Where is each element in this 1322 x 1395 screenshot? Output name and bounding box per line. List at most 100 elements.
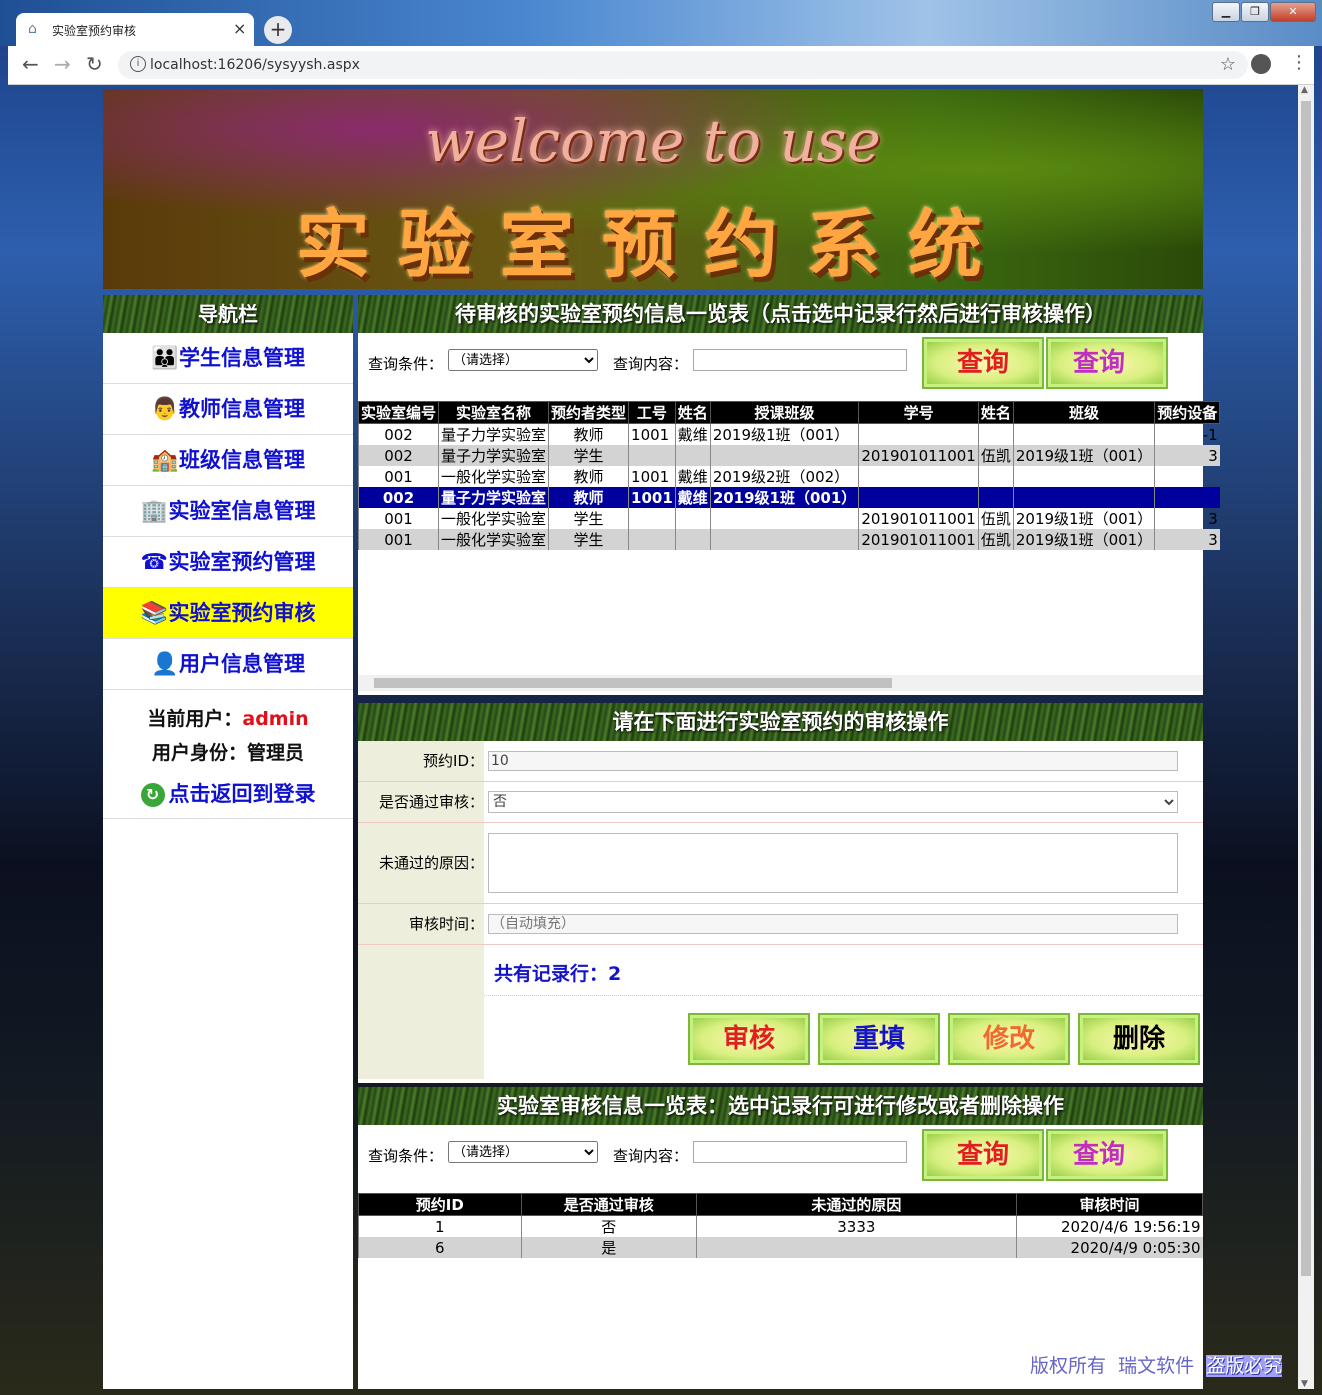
delete-button[interactable]: 删除 xyxy=(1080,1015,1198,1063)
reviewed-title: 实验室审核信息一览表：选中记录行可进行修改或者删除操作 xyxy=(358,1087,1203,1125)
scroll-down-icon[interactable]: ▼ xyxy=(1301,1379,1308,1389)
sidebar: 导航栏 👪学生信息管理 👨教师信息管理 🏫班级信息管理 🏢实验室信息管理 ☎实验… xyxy=(103,295,353,1389)
table-cell: 2019级1班（001） xyxy=(1012,529,1155,550)
table-cell: 伍凯 xyxy=(977,445,1014,466)
building-icon: 🏢 xyxy=(140,499,168,524)
scrollbar-thumb[interactable] xyxy=(1301,101,1311,1276)
table-cell xyxy=(1012,423,1155,445)
content-label: 查询内容： xyxy=(613,355,689,373)
review-pass-select[interactable]: 否 xyxy=(488,791,1178,813)
query-button[interactable]: 查询 xyxy=(924,339,1042,387)
column-header: 审核时间 xyxy=(1015,1193,1204,1216)
table-row[interactable]: 001 一般化学实验室 学生 201901011001 伍凯 2019级1班（001） 3 xyxy=(357,529,1220,550)
close-window-button[interactable]: ✕ xyxy=(1270,2,1316,22)
table-row[interactable]: 002 量子力学实验室 学生 201901011001 伍凯 2019级1班（001） 3 xyxy=(357,445,1220,466)
scrollbar-thumb[interactable] xyxy=(374,678,892,688)
reset-button[interactable]: 重填 xyxy=(820,1015,938,1063)
table-cell: 001 xyxy=(357,466,439,487)
info-icon[interactable]: i xyxy=(130,56,146,72)
review-time-input[interactable] xyxy=(488,914,1178,934)
modify-button[interactable]: 修改 xyxy=(950,1015,1068,1063)
table-row[interactable]: 002 量子力学实验室 教师 1001 戴维 2019级1班（001） xyxy=(357,487,1220,508)
table-row[interactable]: 002 量子力学实验室 教师 1001 戴维 2019级1班（001） -1 xyxy=(357,423,1220,445)
table-cell xyxy=(1012,466,1155,487)
reload-icon[interactable]: ↻ xyxy=(86,52,103,76)
forward-arrow-icon[interactable]: → xyxy=(54,52,71,76)
sidebar-item-students[interactable]: 👪学生信息管理 xyxy=(103,333,353,384)
table-cell: 3333 xyxy=(695,1215,1017,1237)
sidebar-item-teachers[interactable]: 👨教师信息管理 xyxy=(103,384,353,435)
table-cell: 1001 xyxy=(628,487,676,508)
query-content-input[interactable] xyxy=(693,349,907,371)
tab-close-icon[interactable]: × xyxy=(233,19,246,38)
browser-tab[interactable]: ⌂ 实验室预约审核 × xyxy=(16,13,254,46)
table-cell: 2019级2班（002） xyxy=(709,466,859,487)
reviewed-query-content-input[interactable] xyxy=(693,1141,907,1163)
table-cell xyxy=(977,423,1014,445)
table-cell: 量子力学实验室 xyxy=(438,445,549,466)
table-cell: 伍凯 xyxy=(977,508,1014,529)
review-reason-textarea[interactable] xyxy=(488,833,1178,893)
back-label: 点击返回到登录 xyxy=(168,782,316,806)
review-pass-row: 是否通过审核： 否 xyxy=(358,782,1203,823)
menu-kebab-icon[interactable]: ⋮ xyxy=(1290,52,1308,73)
table-cell: 1001 xyxy=(628,423,676,445)
back-to-login-link[interactable]: ↻ 点击返回到登录 xyxy=(103,770,353,819)
table-row[interactable]: 001 一般化学实验室 学生 201901011001 伍凯 2019级1班（001） 3 xyxy=(357,508,1220,529)
table-cell xyxy=(695,1237,1017,1258)
review-time-row: 审核时间： xyxy=(358,904,1203,945)
sidebar-item-label: 学生信息管理 xyxy=(179,346,305,370)
home-icon: ⌂ xyxy=(28,21,37,37)
scroll-up-icon[interactable]: ▲ xyxy=(1301,85,1308,95)
reviewed-query-condition-select[interactable]: （请选择） xyxy=(448,1141,598,1163)
table-cell: 002 xyxy=(357,423,439,445)
table-cell: 是 xyxy=(520,1237,697,1258)
table-row[interactable]: 1 否 3333 2020/4/6 19:56:19 xyxy=(358,1215,1203,1237)
sidebar-item-review[interactable]: 📚实验室预约审核 xyxy=(103,588,353,639)
account-icon[interactable] xyxy=(1251,54,1271,74)
review-id-label: 预约ID： xyxy=(358,741,484,781)
sidebar-item-label: 实验室预约管理 xyxy=(168,550,316,574)
sidebar-item-users[interactable]: 👤用户信息管理 xyxy=(103,639,353,690)
table-row[interactable]: 001 一般化学实验室 教师 1001 戴维 2019级2班（002） xyxy=(357,466,1220,487)
page-scrollbar[interactable]: ▲ ▼ xyxy=(1298,85,1314,1389)
back-arrow-icon[interactable]: ← xyxy=(22,52,39,76)
query-condition-select[interactable]: （请选择） xyxy=(448,349,598,371)
banner-title: 实验室预约系统 xyxy=(296,202,1010,288)
review-button[interactable]: 审核 xyxy=(690,1015,808,1063)
maximize-button[interactable]: ❐ xyxy=(1241,2,1269,22)
address-bar[interactable]: i localhost:16206/sysyysh.aspx ☆ xyxy=(118,51,1248,79)
table-horizontal-scrollbar[interactable] xyxy=(358,675,1203,691)
table-row[interactable]: 6 是 2020/4/9 0:05:30 xyxy=(358,1237,1203,1258)
table-cell: 002 xyxy=(357,445,439,466)
table-cell xyxy=(628,529,676,550)
column-header: 姓名 xyxy=(674,401,711,424)
url-text: localhost:16206/sysyysh.aspx xyxy=(150,57,360,73)
table-cell: 3 xyxy=(1154,445,1220,466)
query-all-button[interactable]: 查询●● xyxy=(1048,339,1166,420)
phone-icon: ☎ xyxy=(140,550,168,575)
reviewed-query-button[interactable]: 查询 xyxy=(924,1131,1042,1179)
table-cell xyxy=(674,529,711,550)
reviewed-query-all-button[interactable]: 查询●● xyxy=(1048,1131,1166,1212)
table-cell: 201901011001 xyxy=(858,529,979,550)
minimize-button[interactable]: ▁ xyxy=(1212,2,1240,22)
sidebar-item-labs[interactable]: 🏢实验室信息管理 xyxy=(103,486,353,537)
pending-title: 待审核的实验室预约信息一览表（点击选中记录行然后进行审核操作） xyxy=(358,295,1203,333)
browser-titlebar: ⌂ 实验室预约审核 × + ▁ ❐ ✕ xyxy=(0,0,1322,46)
sidebar-item-reservations[interactable]: ☎实验室预约管理 xyxy=(103,537,353,588)
page-viewport: welcome to use 实验室预约系统 导航栏 👪学生信息管理 👨教师信息… xyxy=(8,85,1298,1389)
table-cell xyxy=(674,445,711,466)
sidebar-item-classes[interactable]: 🏫班级信息管理 xyxy=(103,435,353,486)
table-cell: 戴维 xyxy=(674,487,711,508)
reviewed-query-row: 查询条件： （请选择） 查询内容： 查询 查询●● xyxy=(358,1125,1203,1212)
review-id-input[interactable] xyxy=(488,751,1178,771)
bookmark-star-icon[interactable]: ☆ xyxy=(1220,54,1236,75)
tab-title: 实验室预约审核 xyxy=(52,24,137,38)
reviewed-table: 预约ID 是否通过审核 未通过的原因 审核时间 1 否 3333 2020/4/6 19:5… xyxy=(358,1193,1204,1258)
table-cell xyxy=(858,487,979,508)
table-cell: 一般化学实验室 xyxy=(438,529,549,550)
table-cell: 一般化学实验室 xyxy=(438,466,549,487)
table-cell: 教师 xyxy=(548,423,629,445)
new-tab-button[interactable]: + xyxy=(264,16,292,44)
